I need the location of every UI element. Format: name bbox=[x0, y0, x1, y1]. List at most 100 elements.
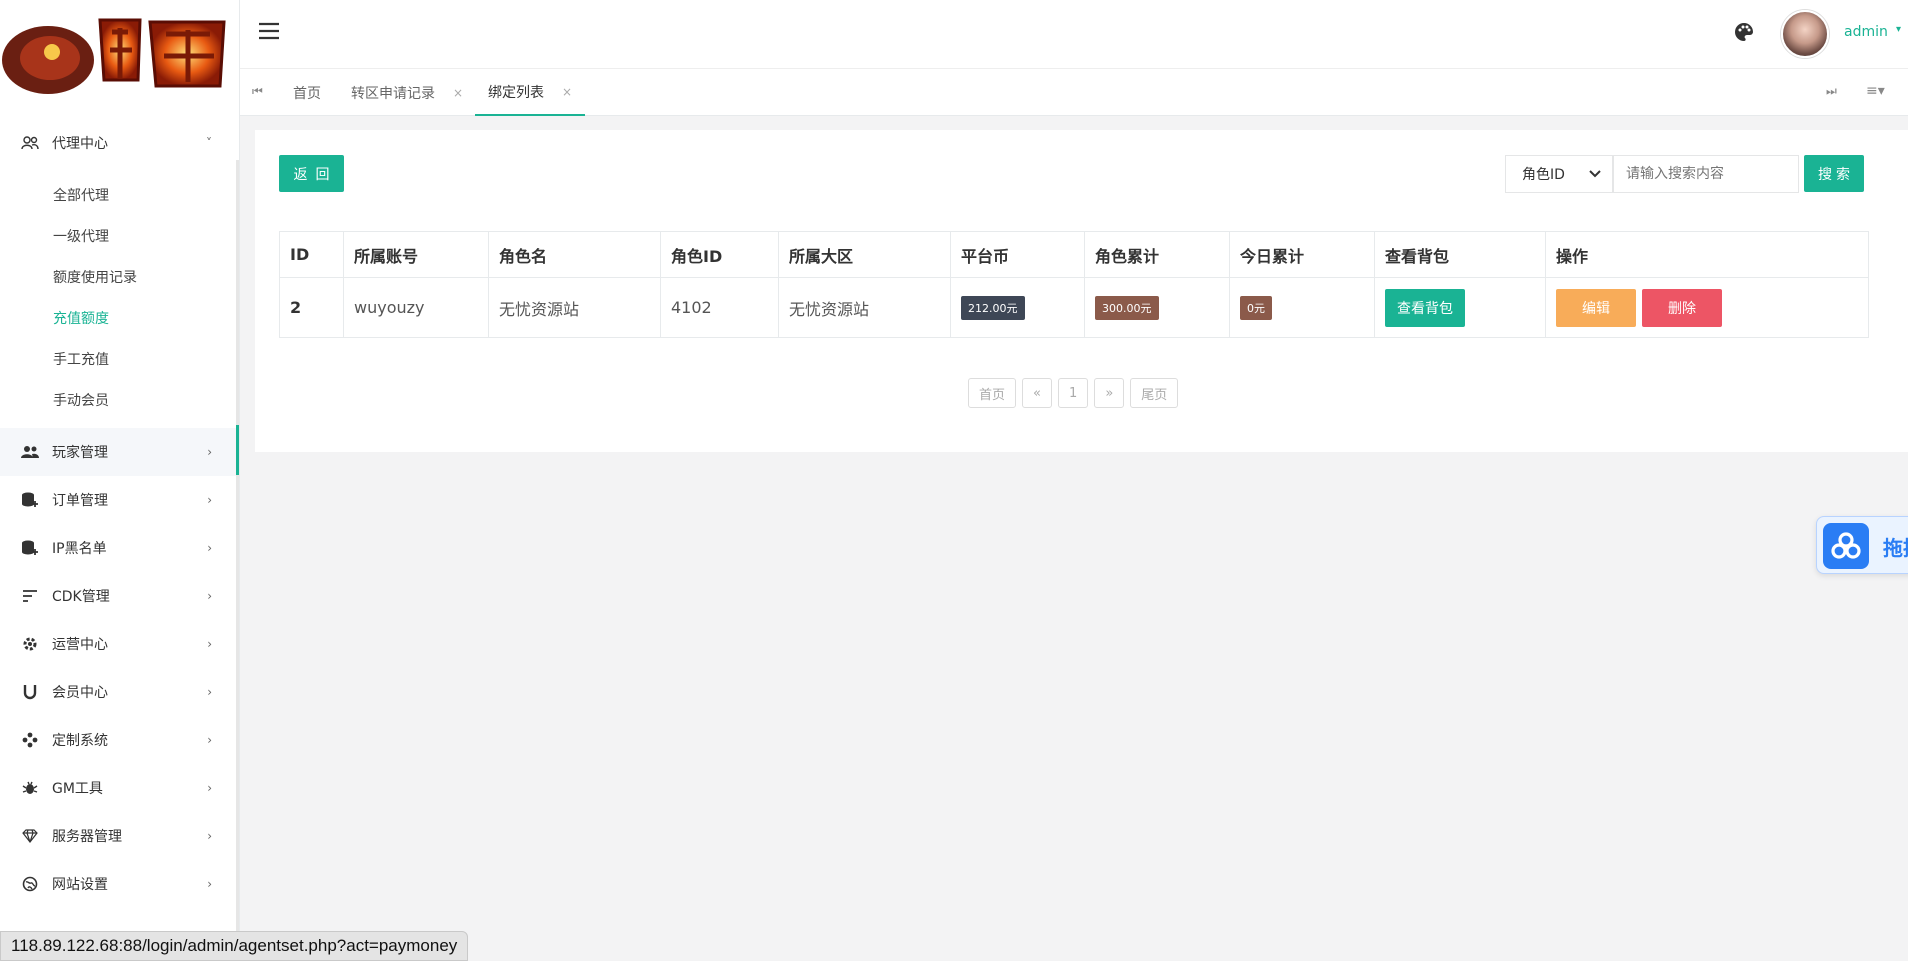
chevron-down-icon: ˅ bbox=[206, 136, 212, 150]
sidebar-item-custom-system[interactable]: 定制系统 › bbox=[0, 716, 239, 764]
table-header-row: ID 所属账号 角色名 角色ID 所属大区 平台币 角色累计 今日累计 查看背包… bbox=[279, 231, 1869, 278]
sidebar-group-agent-center[interactable]: 代理中心 ˅ bbox=[0, 119, 239, 167]
globe-icon bbox=[20, 874, 40, 894]
logo[interactable] bbox=[0, 0, 239, 118]
palette-icon[interactable] bbox=[1734, 22, 1758, 46]
subitem-label: 手工充值 bbox=[53, 352, 109, 368]
delete-button[interactable]: 删除 bbox=[1642, 288, 1722, 327]
sidebar-item-label: 运营中心 bbox=[52, 637, 108, 653]
sidebar-scrollbar-thumb[interactable] bbox=[236, 425, 239, 475]
magnet-icon bbox=[20, 682, 40, 702]
status-url-bar: 118.89.122.68:88/login/admin/agentset.ph… bbox=[0, 931, 469, 961]
cell-id: 2 bbox=[279, 277, 344, 338]
gear-icon bbox=[20, 634, 40, 654]
col-header-today-total: 今日累计 bbox=[1229, 231, 1375, 278]
pagination: 首页 « 1 » 尾页 bbox=[968, 378, 1179, 408]
cell-role-id: 4102 bbox=[660, 277, 779, 338]
chevron-right-icon: › bbox=[207, 829, 212, 843]
tab-transfer-records[interactable]: 转区申请记录 × bbox=[351, 69, 463, 116]
page-current-button[interactable]: 1 bbox=[1058, 378, 1089, 408]
sidebar-item-orders[interactable]: 订单管理 › bbox=[0, 476, 239, 524]
avatar[interactable] bbox=[1781, 10, 1829, 58]
cell-zone: 无忧资源站 bbox=[778, 277, 951, 338]
cell-role-name: 无忧资源站 bbox=[488, 277, 661, 338]
view-bag-button[interactable]: 查看背包 bbox=[1385, 288, 1465, 327]
col-header-bag: 查看背包 bbox=[1374, 231, 1546, 278]
cell-bag: 查看背包 bbox=[1374, 277, 1546, 338]
sidebar-item-ip-blacklist[interactable]: IP黑名单 › bbox=[0, 524, 239, 572]
sidebar-item-players[interactable]: 玩家管理 › bbox=[0, 428, 239, 476]
users-icon bbox=[20, 442, 40, 462]
database-add-icon bbox=[20, 490, 40, 510]
subitem-label: 手动会员 bbox=[53, 393, 109, 409]
tab-label: 首页 bbox=[293, 85, 321, 102]
sidebar-item-label: 订单管理 bbox=[52, 493, 108, 509]
sidebar-item-operations[interactable]: 运营中心 › bbox=[0, 620, 239, 668]
select-value: 角色ID bbox=[1522, 167, 1565, 183]
tab-scroll-right-icon[interactable]: ⏭ bbox=[1826, 84, 1837, 99]
database-add-icon bbox=[20, 538, 40, 558]
sidebar-subitem-manual-member[interactable]: 手动会员 bbox=[0, 380, 239, 420]
cell-actions: 编辑 删除 bbox=[1545, 277, 1869, 338]
sidebar-item-site-settings[interactable]: 网站设置 › bbox=[0, 860, 239, 908]
sidebar-subitem-manual-recharge[interactable]: 手工充值 bbox=[0, 339, 239, 379]
sidebar-subitem-quota-records[interactable]: 额度使用记录 bbox=[0, 257, 239, 297]
sidebar-scrollbar[interactable] bbox=[236, 160, 239, 961]
page-prev-button[interactable]: « bbox=[1022, 378, 1053, 408]
cell-role-total: 300.00元 bbox=[1084, 277, 1230, 338]
tab-bind-list[interactable]: 绑定列表 × bbox=[475, 69, 586, 116]
sidebar-subitem-level1-agents[interactable]: 一级代理 bbox=[0, 216, 239, 256]
sidebar-item-label: IP黑名单 bbox=[52, 541, 107, 557]
cloud-icon bbox=[1823, 523, 1869, 569]
page-first-button[interactable]: 首页 bbox=[968, 378, 1017, 408]
subitem-label: 额度使用记录 bbox=[53, 270, 137, 286]
col-header-coins: 平台币 bbox=[950, 231, 1085, 278]
drag-widget[interactable]: 拖拽 bbox=[1816, 516, 1908, 574]
page-last-button[interactable]: 尾页 bbox=[1130, 378, 1179, 408]
tab-home[interactable]: 首页 bbox=[293, 69, 321, 116]
hamburger-icon[interactable] bbox=[258, 22, 280, 44]
col-header-id: ID bbox=[279, 231, 344, 278]
role-total-badge: 300.00元 bbox=[1095, 295, 1159, 320]
search-input[interactable] bbox=[1613, 155, 1799, 193]
sidebar-item-label: 服务器管理 bbox=[52, 829, 122, 845]
coins-badge: 212.00元 bbox=[961, 295, 1025, 320]
table-row: 2 wuyouzy 无忧资源站 4102 无忧资源站 212.00元 300.0… bbox=[279, 277, 1869, 338]
drag-widget-label: 拖拽 bbox=[1883, 536, 1908, 560]
user-name[interactable]: admin bbox=[1844, 24, 1888, 40]
bug-icon bbox=[20, 778, 40, 798]
caret-down-icon[interactable]: ▾ bbox=[1896, 24, 1901, 35]
search-field-select[interactable]: 角色ID bbox=[1505, 155, 1613, 193]
search-button[interactable]: 搜索 bbox=[1804, 155, 1864, 192]
close-icon[interactable]: × bbox=[562, 85, 572, 99]
sidebar-item-members[interactable]: 会员中心 › bbox=[0, 668, 239, 716]
cell-today-total: 0元 bbox=[1229, 277, 1375, 338]
chevron-right-icon: › bbox=[207, 541, 212, 555]
users-outline-icon bbox=[20, 133, 40, 153]
subitem-label: 一级代理 bbox=[53, 229, 109, 245]
sidebar-subitem-all-agents[interactable]: 全部代理 bbox=[0, 175, 239, 215]
chevron-right-icon: › bbox=[207, 445, 212, 459]
content-card: 返回 角色ID 搜索 ID 所属账号 角色名 角色ID 所属大区 平台币 角色累… bbox=[255, 130, 1908, 452]
sidebar-item-gm-tools[interactable]: GM工具 › bbox=[0, 764, 239, 812]
sidebar-subitem-recharge-quota[interactable]: 充值额度 bbox=[0, 298, 239, 338]
edit-button[interactable]: 编辑 bbox=[1556, 288, 1636, 327]
cell-coins: 212.00元 bbox=[950, 277, 1085, 338]
tab-menu-icon[interactable]: ≡▾ bbox=[1866, 83, 1885, 99]
sidebar-item-label: CDK管理 bbox=[52, 589, 110, 605]
tab-label: 绑定列表 bbox=[488, 84, 544, 101]
chevron-right-icon: › bbox=[207, 877, 212, 891]
subitem-label: 全部代理 bbox=[53, 188, 109, 204]
topbar: admin ▾ bbox=[240, 0, 1908, 68]
page-next-button[interactable]: » bbox=[1094, 378, 1125, 408]
sidebar-item-cdk[interactable]: CDK管理 › bbox=[0, 572, 239, 620]
sidebar-item-label: 网站设置 bbox=[52, 877, 108, 893]
chevron-right-icon: › bbox=[207, 589, 212, 603]
chevron-right-icon: › bbox=[207, 637, 212, 651]
tab-scroll-left-icon[interactable]: ⏮ bbox=[252, 84, 263, 99]
diamond-icon bbox=[20, 826, 40, 846]
today-total-badge: 0元 bbox=[1240, 295, 1272, 320]
close-icon[interactable]: × bbox=[453, 86, 463, 100]
back-button[interactable]: 返回 bbox=[279, 155, 344, 192]
sidebar-item-servers[interactable]: 服务器管理 › bbox=[0, 812, 239, 860]
